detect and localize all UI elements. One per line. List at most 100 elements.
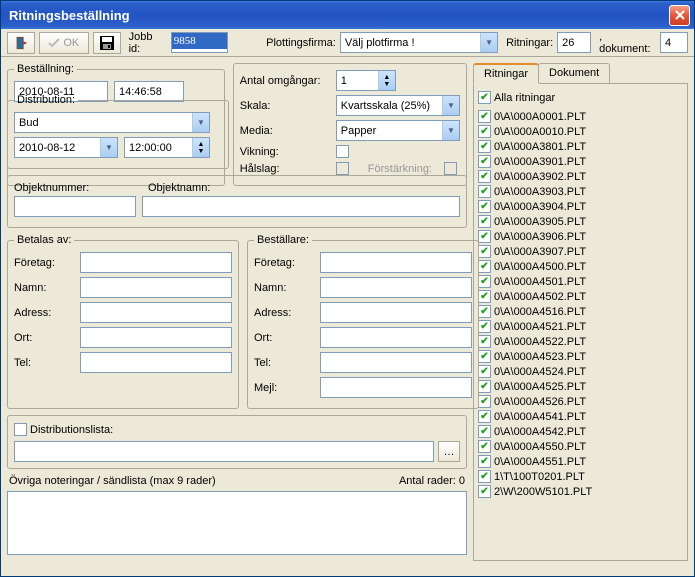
betalas-tel-field[interactable] bbox=[80, 352, 232, 373]
browse-button[interactable]: … bbox=[438, 441, 460, 462]
close-button[interactable] bbox=[669, 5, 690, 26]
file-checkbox[interactable]: ✔ bbox=[478, 335, 491, 348]
file-item[interactable]: ✔0\A\000A0001.PLT bbox=[478, 109, 683, 124]
file-checkbox[interactable]: ✔ bbox=[478, 185, 491, 198]
file-checkbox[interactable]: ✔ bbox=[478, 215, 491, 228]
distributionslista-checkbox[interactable] bbox=[14, 423, 27, 436]
file-checkbox[interactable]: ✔ bbox=[478, 200, 491, 213]
tab-dokument[interactable]: Dokument bbox=[538, 63, 610, 83]
objektnummer-field[interactable] bbox=[14, 196, 136, 217]
distribution-method-combo[interactable]: Bud ▼ bbox=[14, 112, 210, 133]
file-checkbox[interactable]: ✔ bbox=[478, 230, 491, 243]
file-item[interactable]: ✔0\A\000A3904.PLT bbox=[478, 199, 683, 214]
file-checkbox[interactable]: ✔ bbox=[478, 260, 491, 273]
bestallare-mejl-field[interactable] bbox=[320, 377, 472, 398]
file-item[interactable]: ✔0\A\000A0010.PLT bbox=[478, 124, 683, 139]
antal-omgangar-spinner[interactable]: 1 ▲▼ bbox=[336, 70, 396, 91]
file-item[interactable]: ✔0\A\000A4542.PLT bbox=[478, 424, 683, 439]
file-item[interactable]: ✔0\A\000A4516.PLT bbox=[478, 304, 683, 319]
file-item[interactable]: ✔0\A\000A4521.PLT bbox=[478, 319, 683, 334]
file-item[interactable]: ✔0\A\000A4524.PLT bbox=[478, 364, 683, 379]
bestallare-adress-field[interactable] bbox=[320, 302, 472, 323]
file-item[interactable]: ✔0\A\000A3801.PLT bbox=[478, 139, 683, 154]
bestallare-foretag-field[interactable] bbox=[320, 252, 472, 273]
file-checkbox[interactable]: ✔ bbox=[478, 350, 491, 363]
file-checkbox[interactable]: ✔ bbox=[478, 140, 491, 153]
file-item[interactable]: ✔1\T\100T0201.PLT bbox=[478, 469, 683, 484]
exit-button[interactable] bbox=[7, 32, 35, 54]
distribution-time-spinner[interactable]: 12:00:00 ▲▼ bbox=[124, 137, 210, 158]
file-item[interactable]: ✔0\A\000A3906.PLT bbox=[478, 229, 683, 244]
ritningar-count bbox=[557, 32, 591, 53]
noteringar-listbox[interactable] bbox=[7, 491, 467, 555]
tab-ritningar[interactable]: Ritningar bbox=[473, 63, 539, 84]
plottingsfirma-combo[interactable]: Välj plotfirma ! ▼ bbox=[340, 32, 498, 53]
file-item[interactable]: ✔0\A\000A4551.PLT bbox=[478, 454, 683, 469]
file-checkbox[interactable]: ✔ bbox=[478, 245, 491, 258]
file-checkbox[interactable]: ✔ bbox=[478, 305, 491, 318]
dokument-count bbox=[660, 32, 688, 53]
file-checkbox[interactable]: ✔ bbox=[478, 155, 491, 168]
file-checkbox[interactable]: ✔ bbox=[478, 380, 491, 393]
file-item[interactable]: ✔0\A\000A4522.PLT bbox=[478, 334, 683, 349]
file-item[interactable]: ✔0\A\000A4501.PLT bbox=[478, 274, 683, 289]
betalas-adress-field[interactable] bbox=[80, 302, 232, 323]
distribution-date-combo[interactable]: 2010-08-12 ▼ bbox=[14, 137, 118, 158]
file-item[interactable]: ✔0\A\000A4525.PLT bbox=[478, 379, 683, 394]
toolbar: OK Jobb id: Plottingsfirma: Välj plotfir… bbox=[1, 29, 694, 57]
file-checkbox[interactable]: ✔ bbox=[478, 470, 491, 483]
bestallare-ort-field[interactable] bbox=[320, 327, 472, 348]
file-name: 0\A\000A4551.PLT bbox=[494, 456, 586, 468]
file-item[interactable]: ✔0\A\000A3902.PLT bbox=[478, 169, 683, 184]
media-combo[interactable]: Papper ▼ bbox=[336, 120, 460, 141]
ok-button[interactable]: OK bbox=[39, 32, 89, 54]
file-checkbox[interactable]: ✔ bbox=[478, 395, 491, 408]
file-checkbox[interactable]: ✔ bbox=[478, 110, 491, 123]
vikning-label: Vikning: bbox=[240, 146, 330, 158]
objektnamn-field[interactable] bbox=[142, 196, 460, 217]
distributionslista-field[interactable] bbox=[14, 441, 434, 462]
betalas-foretag-field[interactable] bbox=[80, 252, 232, 273]
file-item[interactable]: ✔0\A\000A3907.PLT bbox=[478, 244, 683, 259]
file-item[interactable]: ✔2\W\200W5101.PLT bbox=[478, 484, 683, 499]
alla-ritningar-checkbox[interactable]: ✔ bbox=[478, 91, 491, 104]
vikning-checkbox[interactable] bbox=[336, 145, 349, 158]
file-item[interactable]: ✔0\A\000A4523.PLT bbox=[478, 349, 683, 364]
betalas-ort-field[interactable] bbox=[80, 327, 232, 348]
file-checkbox[interactable]: ✔ bbox=[478, 410, 491, 423]
file-checkbox[interactable]: ✔ bbox=[478, 320, 491, 333]
jobb-id-field[interactable] bbox=[171, 32, 228, 53]
ok-label: OK bbox=[63, 37, 79, 49]
file-name: 0\A\000A3901.PLT bbox=[494, 156, 586, 168]
file-item[interactable]: ✔0\A\000A4500.PLT bbox=[478, 259, 683, 274]
betalas-namn-field[interactable] bbox=[80, 277, 232, 298]
check-icon bbox=[48, 37, 60, 49]
file-item[interactable]: ✔0\A\000A3901.PLT bbox=[478, 154, 683, 169]
file-item[interactable]: ✔0\A\000A4541.PLT bbox=[478, 409, 683, 424]
file-name: 0\A\000A3902.PLT bbox=[494, 171, 586, 183]
file-item[interactable]: ✔0\A\000A4526.PLT bbox=[478, 394, 683, 409]
door-icon bbox=[14, 35, 28, 51]
bestallare-tel-field[interactable] bbox=[320, 352, 472, 373]
ritningar-label: Ritningar: bbox=[506, 37, 553, 49]
bestallare-namn-field[interactable] bbox=[320, 277, 472, 298]
file-checkbox[interactable]: ✔ bbox=[478, 485, 491, 498]
file-checkbox[interactable]: ✔ bbox=[478, 170, 491, 183]
file-checkbox[interactable]: ✔ bbox=[478, 290, 491, 303]
save-button[interactable] bbox=[93, 32, 121, 54]
halslag-checkbox bbox=[336, 162, 349, 175]
file-item[interactable]: ✔0\A\000A4502.PLT bbox=[478, 289, 683, 304]
file-checkbox[interactable]: ✔ bbox=[478, 425, 491, 438]
ellipsis-icon: … bbox=[444, 446, 455, 458]
file-name: 0\A\000A0001.PLT bbox=[494, 111, 586, 123]
file-checkbox[interactable]: ✔ bbox=[478, 125, 491, 138]
file-checkbox[interactable]: ✔ bbox=[478, 365, 491, 378]
file-name: 0\A\000A4521.PLT bbox=[494, 321, 586, 333]
file-item[interactable]: ✔0\A\000A4550.PLT bbox=[478, 439, 683, 454]
file-checkbox[interactable]: ✔ bbox=[478, 275, 491, 288]
skala-combo[interactable]: Kvartsskala (25%) ▼ bbox=[336, 95, 460, 116]
file-item[interactable]: ✔0\A\000A3903.PLT bbox=[478, 184, 683, 199]
file-checkbox[interactable]: ✔ bbox=[478, 455, 491, 468]
file-checkbox[interactable]: ✔ bbox=[478, 440, 491, 453]
file-item[interactable]: ✔0\A\000A3905.PLT bbox=[478, 214, 683, 229]
